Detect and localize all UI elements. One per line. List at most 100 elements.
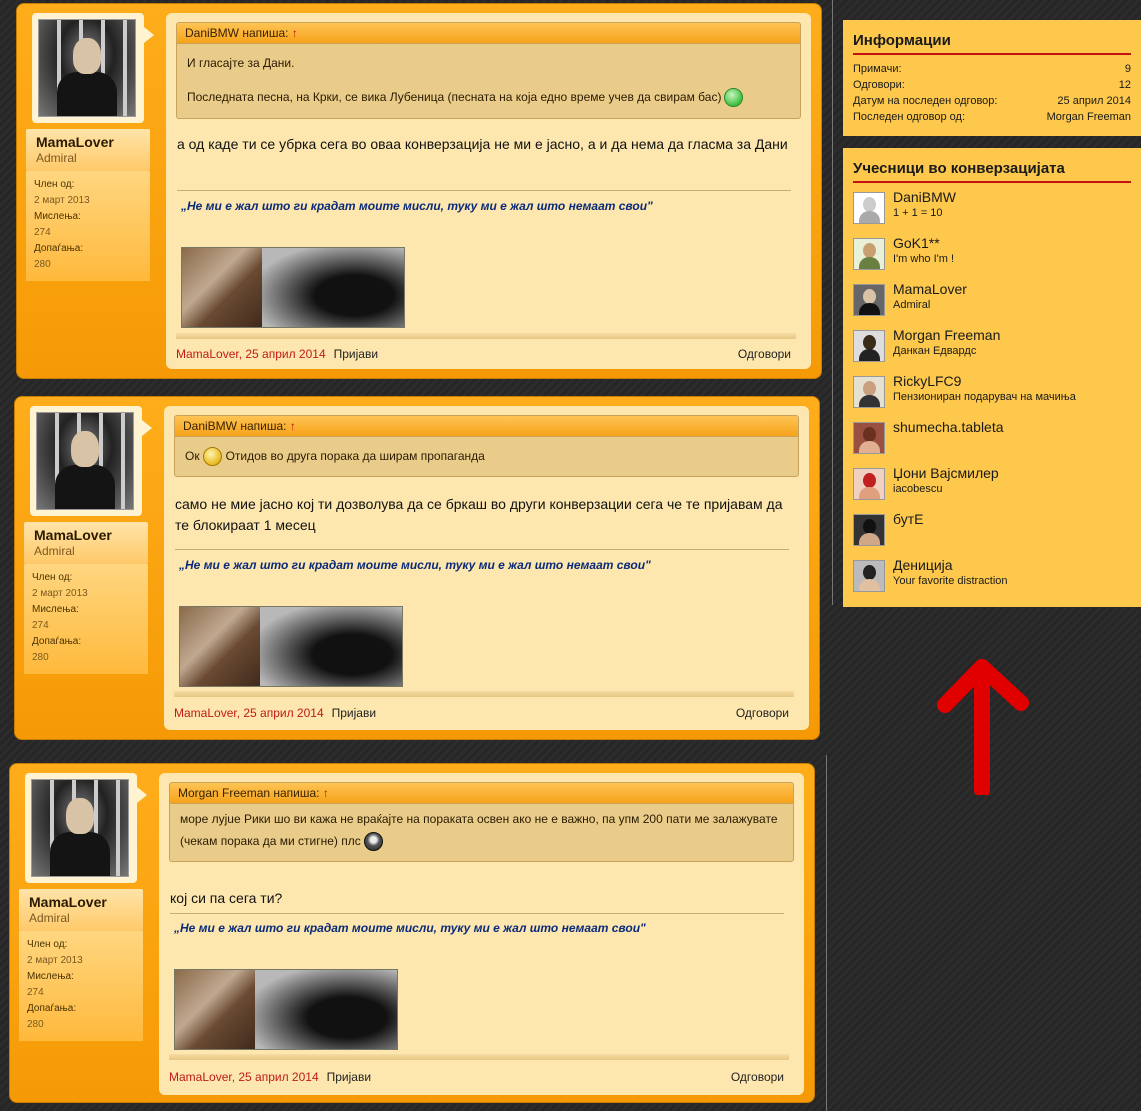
column-divider <box>826 755 827 1111</box>
quote-block: DaniBMW напиша: ↑ Ок Отидов во друга пора… <box>174 415 799 477</box>
signature-image <box>174 969 398 1050</box>
participant-item[interactable]: бутЕ <box>853 511 1131 557</box>
reply-link[interactable]: Одговори <box>738 346 791 362</box>
participant-item[interactable]: DaniBMW 1 + 1 = 10 <box>853 189 1131 235</box>
post-byline[interactable]: MamaLover, 25 април 2014 <box>176 347 326 361</box>
participant-name[interactable]: Morgan Freeman <box>893 327 1000 344</box>
participant-item[interactable]: Џони Вајсмилер iacobescu <box>853 465 1131 511</box>
participant-item[interactable]: Дениција Your favorite distraction <box>853 557 1131 603</box>
quote-jump-icon[interactable]: ↑ <box>292 26 298 40</box>
quote-author[interactable]: Morgan Freeman напиша: <box>178 786 320 800</box>
quote-text: море лујuе Рики шо ви кажа не враќајте н… <box>170 804 793 860</box>
quote-author[interactable]: DaniBMW напиша: <box>183 419 286 433</box>
participant-avatar[interactable] <box>853 238 885 270</box>
participant-item[interactable]: shumecha.tableta <box>853 419 1131 465</box>
quote-author[interactable]: DaniBMW напиша: <box>185 26 288 40</box>
participant-name[interactable]: GoK1** <box>893 235 954 252</box>
post-footer: MamaLover, 25 април 2014 Пријави Одговори <box>174 705 789 721</box>
participant-name[interactable]: MamaLover <box>893 281 967 298</box>
post-byline[interactable]: MamaLover, 25 април 2014 <box>169 1070 319 1084</box>
quote-jump-icon[interactable]: ↑ <box>323 786 329 800</box>
post-message: само не мие јасно кој ти дозволува да се… <box>175 496 783 533</box>
info-panel-title: Информации <box>853 30 1131 55</box>
info-label: Датум на последен одговор: <box>853 95 998 107</box>
member-since: 2 март 2013 <box>32 588 88 599</box>
quote-line: море лујuе Рики шо ви кажа не враќајте н… <box>180 812 778 848</box>
quote-line: Ок <box>185 449 200 463</box>
quote-header: DaniBMW напиша: ↑ <box>177 23 800 44</box>
likes-label: Допаѓања: <box>27 1003 77 1014</box>
likes-count: 280 <box>27 1019 44 1030</box>
participant-title: Пензиониран подарувач на мачиња <box>893 391 1076 403</box>
likes-label: Допаѓања: <box>34 243 84 254</box>
footer-divider <box>176 333 796 339</box>
post-footer: MamaLover, 25 април 2014 Пријави Одговори <box>169 1069 784 1085</box>
quote-text: И гласајте за Дани. Последната песна, на… <box>177 44 800 116</box>
post-content: DaniBMW напиша: ↑ И гласајте за Дани. По… <box>166 13 811 369</box>
participant-avatar[interactable] <box>853 560 885 592</box>
avatar[interactable] <box>38 19 136 117</box>
info-panel: Информации Примачи: 9 Одговори: 12 Датум н… <box>843 20 1141 136</box>
avatar[interactable] <box>31 779 129 877</box>
member-since: 2 март 2013 <box>34 195 90 206</box>
participant-avatar[interactable] <box>853 192 885 224</box>
quote-text: Ок Отидов во друга порака да ширам пропаг… <box>175 437 798 475</box>
quote-header: Morgan Freeman напиша: ↑ <box>170 783 793 804</box>
info-value[interactable]: Morgan Freeman <box>1047 109 1131 125</box>
avatar[interactable] <box>36 412 134 510</box>
participant-item[interactable]: GoK1** I'm who I'm ! <box>853 235 1131 281</box>
quote-jump-icon[interactable]: ↑ <box>290 419 296 433</box>
participant-avatar[interactable] <box>853 284 885 316</box>
participant-name[interactable]: Џони Вајсмилер <box>893 465 999 482</box>
participant-name[interactable]: shumecha.tableta <box>893 419 1004 436</box>
participant-title: Данкан Едвардс <box>893 345 977 357</box>
reply-link[interactable]: Одговори <box>731 1069 784 1085</box>
participant-title: I'm who I'm ! <box>893 253 955 265</box>
quote-block: Morgan Freeman напиша: ↑ море лујuе Рики… <box>169 782 794 862</box>
user-stats: Член од: 2 март 2013 Мислења: 274 Допаѓа… <box>19 931 143 1041</box>
participant-avatar[interactable] <box>853 514 885 546</box>
post-content: Morgan Freeman напиша: ↑ море лујuе Рики… <box>159 773 804 1095</box>
info-row-last-by: Последен одговор од: Morgan Freeman <box>853 109 1131 125</box>
participant-item[interactable]: MamaLover Admiral <box>853 281 1131 327</box>
participant-title: Your favorite distraction <box>893 575 1008 587</box>
user-role: Admiral <box>36 151 77 165</box>
participant-avatar[interactable] <box>853 376 885 408</box>
username[interactable]: MamaLover <box>36 134 140 150</box>
info-row-recipients: Примачи: 9 <box>853 61 1131 77</box>
participant-name[interactable]: Дениција <box>893 557 1008 574</box>
participant-avatar[interactable] <box>853 468 885 500</box>
user-stats: Член од: 2 март 2013 Мислења: 274 Допаѓа… <box>26 171 150 281</box>
footer-divider <box>174 691 794 697</box>
participant-name[interactable]: RickyLFC9 <box>893 373 1076 390</box>
participant-item[interactable]: RickyLFC9 Пензиониран подарувач на мачиња <box>853 373 1131 419</box>
participant-name[interactable]: бутЕ <box>893 511 923 528</box>
red-arrow-annotation-icon <box>937 659 1029 795</box>
post-byline[interactable]: MamaLover, 25 април 2014 <box>174 706 324 720</box>
member-since-label: Член од: <box>34 179 75 190</box>
participants-panel: Учесници во конверзацијата DaniBMW 1 + 1 … <box>843 148 1141 607</box>
user-name-box: MamaLover Admiral <box>26 129 150 171</box>
report-link[interactable]: Пријави <box>334 347 378 361</box>
participant-item[interactable]: Morgan Freeman Данкан Едвардс <box>853 327 1131 373</box>
reply-link[interactable]: Одговори <box>736 705 789 721</box>
post: MamaLover Admiral Член од: 2 март 2013 М… <box>14 396 820 740</box>
report-link[interactable]: Пријави <box>332 706 376 720</box>
quote-line: Отидов во друга порака да ширам пропаган… <box>225 449 485 463</box>
participant-title: 1 + 1 = 10 <box>893 207 943 219</box>
report-link[interactable]: Пријави <box>327 1070 371 1084</box>
username[interactable]: MamaLover <box>29 894 133 910</box>
participant-title: Admiral <box>893 299 931 311</box>
user-info: MamaLover Admiral Член од: 2 март 2013 М… <box>19 773 147 1041</box>
member-since-label: Член од: <box>32 572 73 583</box>
username[interactable]: MamaLover <box>34 527 138 543</box>
opinions-label: Мислења: <box>27 971 74 982</box>
participant-name[interactable]: DaniBMW <box>893 189 956 206</box>
participant-avatar[interactable] <box>853 422 885 454</box>
user-stats: Член од: 2 март 2013 Мислења: 274 Допаѓа… <box>24 564 148 674</box>
participant-avatar[interactable] <box>853 330 885 362</box>
post: MamaLover Admiral Член од: 2 март 2013 М… <box>16 3 822 379</box>
post: MamaLover Admiral Член од: 2 март 2013 М… <box>9 763 815 1103</box>
footer-divider <box>169 1054 789 1060</box>
info-row-replies: Одговори: 12 <box>853 77 1131 93</box>
